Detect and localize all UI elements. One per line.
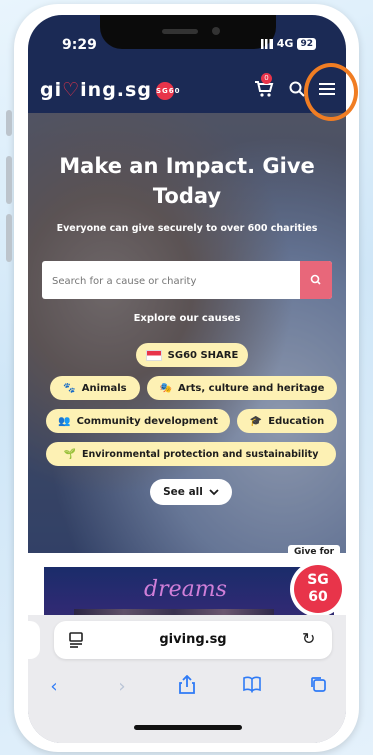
search-icon (310, 274, 321, 285)
chip-sg60-share[interactable]: SG60 SHARE (136, 343, 248, 367)
cause-search-input[interactable] (50, 261, 304, 301)
chevron-down-icon (209, 489, 219, 496)
chip-community-development[interactable]: 👥 Community development (46, 409, 230, 433)
browser-bottom-bar: giving.sg ↻ ‹ › (28, 615, 346, 743)
phone-screen: 9:29 4G 92 gi♡ing.sg SG60 0 Make an Impac… (28, 15, 346, 743)
hero-title: Make an Impact. Give Today (59, 154, 315, 208)
phone-side-button (6, 156, 12, 204)
sg60-badge: SG60 (155, 81, 179, 100)
giving-sg-logo[interactable]: gi♡ing.sg SG60 (40, 79, 179, 101)
chip-arts-culture-heritage[interactable]: 🎭 Arts, culture and heritage (147, 376, 337, 400)
see-all-button[interactable]: See all (150, 479, 232, 505)
hero-section: Make an Impact. Give Today Everyone can … (28, 113, 346, 553)
paw-icon: 🐾 (63, 382, 76, 394)
signal-icon (260, 38, 273, 49)
cart-count-badge: 0 (261, 73, 272, 84)
status-indicators: 4G 92 (260, 37, 316, 50)
network-label: 4G (276, 37, 294, 50)
sprout-icon: 🌱 (63, 448, 77, 460)
reload-icon[interactable]: ↻ (302, 629, 320, 649)
cause-search-box (42, 261, 332, 301)
site-header: gi♡ing.sg SG60 0 (28, 67, 346, 113)
back-icon[interactable]: ‹ (42, 675, 66, 699)
forward-icon[interactable]: › (110, 675, 134, 699)
phone-side-button (6, 214, 12, 262)
people-icon: 👥 (58, 415, 71, 427)
search-button[interactable] (300, 261, 332, 299)
bookmarks-icon[interactable] (240, 675, 264, 699)
banner-dreams-text: dreams (144, 577, 227, 602)
previous-tab-peek[interactable] (28, 621, 40, 659)
chip-environmental-protection[interactable]: 🌱 Environmental protection and sustainab… (46, 442, 336, 466)
chip-animals[interactable]: 🐾 Animals (50, 376, 140, 400)
hero-subtitle: Everyone can give securely to over 600 c… (56, 223, 318, 234)
menu-highlight-ring (304, 63, 358, 121)
battery-icon: 92 (297, 37, 316, 50)
url-text: giving.sg (159, 632, 227, 647)
theatre-masks-icon: 🎭 (159, 382, 172, 394)
flag-icon (145, 349, 162, 361)
sg60-logo: SG 60 (290, 561, 346, 617)
home-indicator (134, 725, 242, 730)
phone-side-button (6, 110, 12, 136)
explore-causes-label: Explore our causes (133, 313, 241, 324)
chip-education[interactable]: 🎓 Education (237, 409, 337, 433)
share-icon[interactable] (175, 674, 199, 699)
notch (100, 15, 276, 49)
give-for-label: Give for (288, 545, 341, 559)
graduation-cap-icon: 🎓 (249, 415, 263, 427)
tabs-icon[interactable] (306, 675, 330, 699)
browser-toolbar: ‹ › (28, 673, 346, 703)
status-time: 9:29 (62, 37, 97, 53)
address-bar[interactable]: giving.sg ↻ (54, 621, 332, 659)
